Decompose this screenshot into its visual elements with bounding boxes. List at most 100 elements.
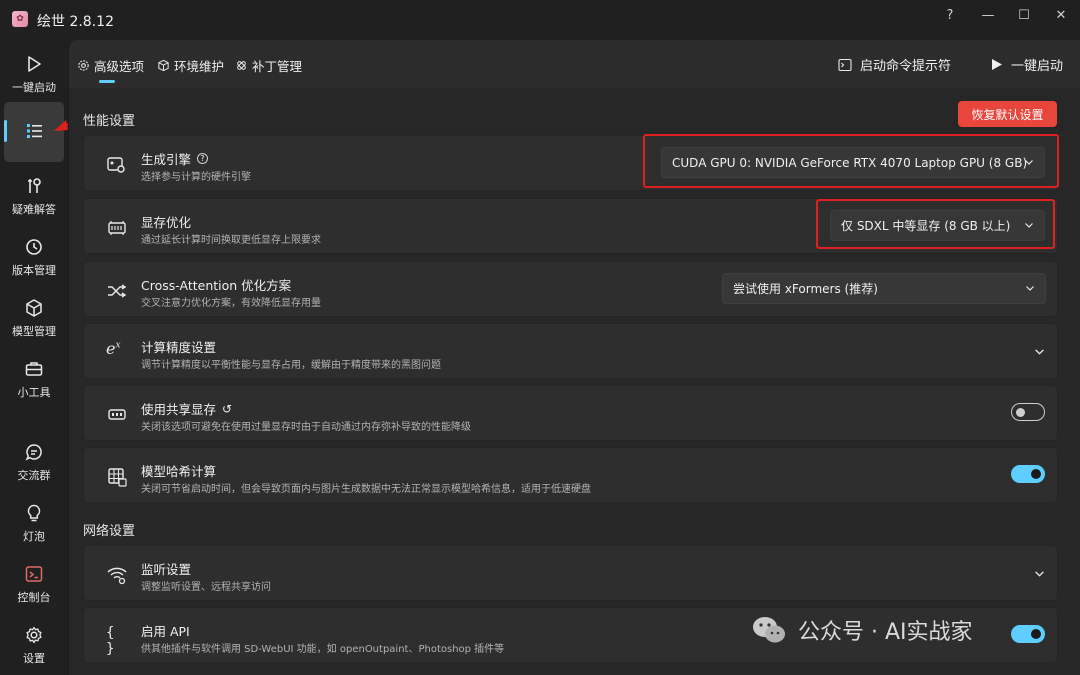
launch-button[interactable]: 一键启动 [990, 55, 1063, 74]
setting-title: 生成引擎? [141, 149, 209, 168]
setting-card-model-hash: 模型哈希计算 关闭可节省启动时间，但会导致页面内与图片生成数据中无法正常显示模型… [83, 447, 1058, 503]
open-cmd-label: 启动命令提示符 [860, 59, 952, 74]
section-title-performance: 性能设置 [83, 114, 136, 129]
setting-card-attention: Cross-Attention 优化方案 交叉注意力优化方案，有效降低显存用量 … [83, 261, 1058, 317]
api-toggle[interactable] [1011, 625, 1045, 643]
memory-icon [108, 221, 126, 235]
open-cmd-button[interactable]: 启动命令提示符 [838, 55, 951, 74]
sidebar: 一键启动 疑难解答 版本管理 模型管理 小工具 交流群 灯泡 控制台 设置 [0, 40, 137, 675]
chat-icon [25, 444, 42, 461]
setting-card-precision[interactable]: ex 计算精度设置 调节计算精度以平衡性能与显存占用，缓解由于精度带来的黑图问题 [83, 323, 1058, 379]
toggle-knob [1031, 469, 1041, 479]
chevron-down-icon[interactable] [1034, 346, 1045, 357]
highlight-box-vram [816, 199, 1055, 249]
attention-select-value: 尝试使用 xFormers (推荐) [733, 282, 878, 296]
sidebar-item-troubleshoot[interactable]: 疑难解答 [0, 176, 68, 217]
sidebar-item-models[interactable]: 模型管理 [0, 298, 68, 339]
sidebar-item-label: 疑难解答 [12, 203, 56, 216]
sidebar-item-label: 小工具 [17, 386, 51, 399]
model-hash-toggle[interactable] [1011, 465, 1045, 483]
shuffle-icon [108, 284, 127, 298]
tab-label: 环境维护 [174, 59, 225, 74]
braces-icon: { } [106, 625, 115, 657]
setting-desc: 交叉注意力优化方案，有效降低显存用量 [141, 298, 321, 309]
wechat-icon [753, 617, 785, 643]
setting-title: 监听设置 [141, 562, 192, 577]
setting-title: 计算精度设置 [141, 340, 217, 355]
attention-select[interactable]: 尝试使用 xFormers (推荐) [722, 273, 1046, 304]
setting-title-text: 使用共享显存 [141, 402, 217, 417]
help-button[interactable]: ? [933, 4, 967, 26]
app-logo-icon: ✿ [12, 11, 28, 27]
setting-desc: 调整监听设置、远程共享访问 [141, 582, 271, 593]
sidebar-item-settings[interactable]: 设置 [0, 625, 68, 666]
setting-title: Cross-Attention 优化方案 [141, 278, 292, 293]
tools-icon [28, 178, 41, 193]
chevron-down-icon [1026, 286, 1034, 291]
bulb-icon [27, 504, 41, 522]
setting-desc: 供其他插件与软件调用 SD-WebUI 功能，如 openOutpaint、Ph… [141, 644, 505, 655]
engine-icon [107, 157, 125, 173]
setting-desc: 关闭可节省启动时间，但会导致页面内与图片生成数据中无法正常显示模型哈希信息，适用… [141, 484, 591, 495]
sidebar-item-tools[interactable]: 小工具 [0, 359, 68, 400]
sidebar-item-label: 模型管理 [12, 325, 56, 338]
exponent-icon: ex [106, 339, 121, 358]
section-title-network: 网络设置 [83, 524, 136, 539]
setting-title-text: 生成引擎 [141, 152, 192, 167]
watermark-text: 公众号 · AI实战家 [798, 620, 973, 645]
highlight-box-engine [643, 134, 1059, 188]
gear-icon [26, 626, 42, 644]
tab-label: 补丁管理 [252, 59, 303, 74]
tab-patches[interactable]: 补丁管理 [235, 56, 302, 75]
play-icon [28, 56, 41, 72]
wifi-settings-icon [107, 567, 127, 585]
setting-title: 显存优化 [141, 215, 192, 230]
help-icon[interactable]: ? [197, 153, 209, 164]
tab-label: 高级选项 [94, 59, 145, 74]
memory-chip-icon [108, 409, 126, 420]
sidebar-item-version[interactable]: 版本管理 [0, 237, 68, 278]
shared-vram-toggle[interactable] [1011, 403, 1045, 421]
sidebar-item-bulb[interactable]: 灯泡 [0, 503, 68, 544]
tab-advanced[interactable]: 高级选项 [77, 56, 144, 75]
sidebar-item-console[interactable]: 控制台 [0, 564, 68, 605]
title-bar: ✿ 绘世 2.8.12 ? — ☐ ✕ [0, 0, 1080, 40]
minimize-button[interactable]: — [971, 4, 1005, 26]
undo-icon[interactable]: ↺ [222, 402, 232, 416]
setting-title: 模型哈希计算 [141, 464, 217, 479]
gear-icon [78, 60, 89, 71]
tab-environment[interactable]: 环境维护 [157, 56, 224, 75]
sidebar-item-label: 灯泡 [23, 530, 45, 543]
close-button[interactable]: ✕ [1044, 4, 1078, 26]
setting-desc: 选择参与计算的硬件引擎 [141, 172, 251, 183]
setting-desc: 关闭该选项可避免在使用过量显存时由于自动通过内存弥补导致的性能降级 [141, 422, 471, 433]
top-navigation: 高级选项 环境维护 补丁管理 启动命令提示符 一键启动 [69, 40, 1080, 88]
console-icon [25, 566, 43, 582]
list-icon [27, 124, 42, 138]
toolbox-icon [25, 362, 43, 376]
watermark: 公众号 · AI实战家 [752, 614, 973, 646]
play-icon [992, 59, 1002, 70]
launch-label: 一键启动 [1011, 59, 1064, 74]
setting-card-shared-vram: 使用共享显存 ↺ 关闭该选项可避免在使用过量显存时由于自动通过内存弥补导致的性能降… [83, 385, 1058, 441]
maximize-button[interactable]: ☐ [1007, 4, 1041, 26]
sidebar-item-label: 设置 [23, 652, 45, 665]
setting-desc: 通过延长计算时间换取更低显存上限要求 [141, 235, 321, 246]
terminal-icon [838, 58, 852, 71]
setting-title: 使用共享显存 ↺ [141, 399, 232, 418]
sidebar-item-community[interactable]: 交流群 [0, 442, 68, 483]
setting-desc: 调节计算精度以平衡性能与显存占用，缓解由于精度带来的黑图问题 [141, 360, 441, 371]
reset-defaults-button[interactable]: 恢复默认设置 [958, 101, 1057, 127]
patch-icon [237, 61, 246, 70]
setting-title: 启用 API [141, 624, 190, 639]
table-calc-icon [108, 468, 127, 487]
setting-card-listen[interactable]: 监听设置 调整监听设置、远程共享访问 [83, 545, 1058, 601]
cube-icon [26, 299, 42, 317]
toggle-knob [1031, 629, 1041, 639]
cube-icon [158, 59, 169, 72]
sidebar-item-label: 交流群 [17, 469, 51, 482]
toggle-knob [1016, 408, 1025, 417]
sidebar-item-label: 控制台 [17, 591, 51, 604]
sidebar-item-label: 版本管理 [12, 264, 56, 277]
chevron-down-icon[interactable] [1034, 568, 1045, 579]
